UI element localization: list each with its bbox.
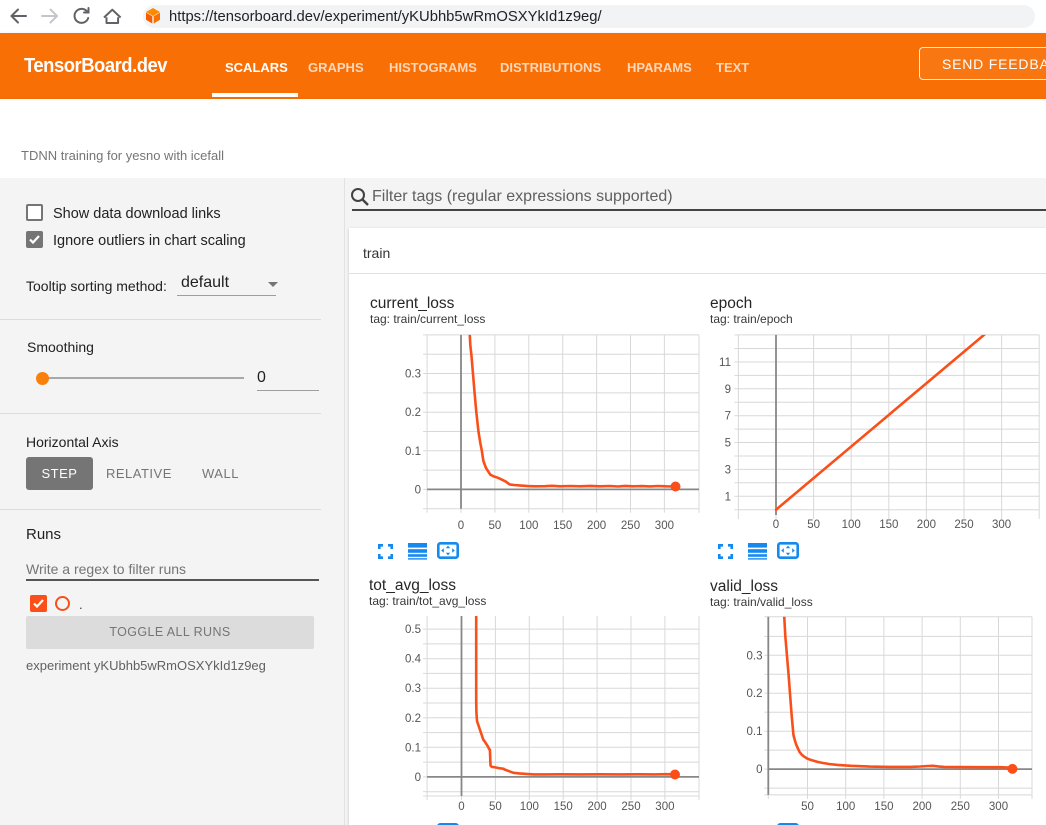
svg-text:250: 250: [954, 519, 973, 531]
svg-text:250: 250: [621, 520, 640, 532]
svg-text:11: 11: [719, 357, 731, 369]
svg-text:0.4: 0.4: [405, 654, 422, 666]
svg-text:0.3: 0.3: [747, 650, 763, 662]
svg-text:100: 100: [842, 519, 861, 531]
svg-text:0.1: 0.1: [405, 742, 421, 754]
svg-text:300: 300: [989, 801, 1008, 813]
svg-text:50: 50: [801, 801, 814, 813]
svg-text:5: 5: [725, 438, 731, 450]
svg-text:0.1: 0.1: [405, 446, 421, 458]
svg-text:0.2: 0.2: [747, 688, 763, 700]
svg-text:200: 200: [587, 520, 606, 532]
svg-text:150: 150: [874, 801, 893, 813]
svg-text:0.2: 0.2: [405, 407, 421, 419]
svg-text:0.5: 0.5: [405, 624, 421, 636]
svg-text:200: 200: [913, 801, 932, 813]
svg-text:50: 50: [489, 801, 502, 813]
svg-text:50: 50: [489, 520, 502, 532]
svg-text:1: 1: [725, 491, 731, 503]
svg-text:50: 50: [807, 519, 820, 531]
svg-text:150: 150: [553, 520, 572, 532]
svg-text:3: 3: [725, 464, 731, 476]
svg-text:0: 0: [773, 519, 779, 531]
svg-text:300: 300: [655, 520, 674, 532]
svg-text:9: 9: [725, 384, 731, 396]
svg-text:0.3: 0.3: [405, 683, 421, 695]
svg-text:100: 100: [519, 520, 538, 532]
svg-text:0: 0: [415, 772, 421, 784]
svg-text:150: 150: [554, 801, 573, 813]
svg-text:0.1: 0.1: [747, 726, 763, 738]
svg-text:200: 200: [917, 519, 936, 531]
svg-text:0.3: 0.3: [405, 369, 421, 381]
svg-text:250: 250: [951, 801, 970, 813]
svg-text:0: 0: [415, 484, 421, 496]
svg-text:0: 0: [458, 801, 464, 813]
svg-text:100: 100: [520, 801, 539, 813]
svg-text:100: 100: [836, 801, 855, 813]
svg-text:0.2: 0.2: [405, 713, 421, 725]
svg-text:0: 0: [756, 764, 762, 776]
svg-text:300: 300: [655, 801, 674, 813]
svg-text:0: 0: [458, 520, 464, 532]
svg-text:7: 7: [725, 411, 731, 423]
svg-text:200: 200: [588, 801, 607, 813]
svg-text:150: 150: [879, 519, 898, 531]
svg-text:250: 250: [621, 801, 640, 813]
svg-text:300: 300: [992, 519, 1011, 531]
